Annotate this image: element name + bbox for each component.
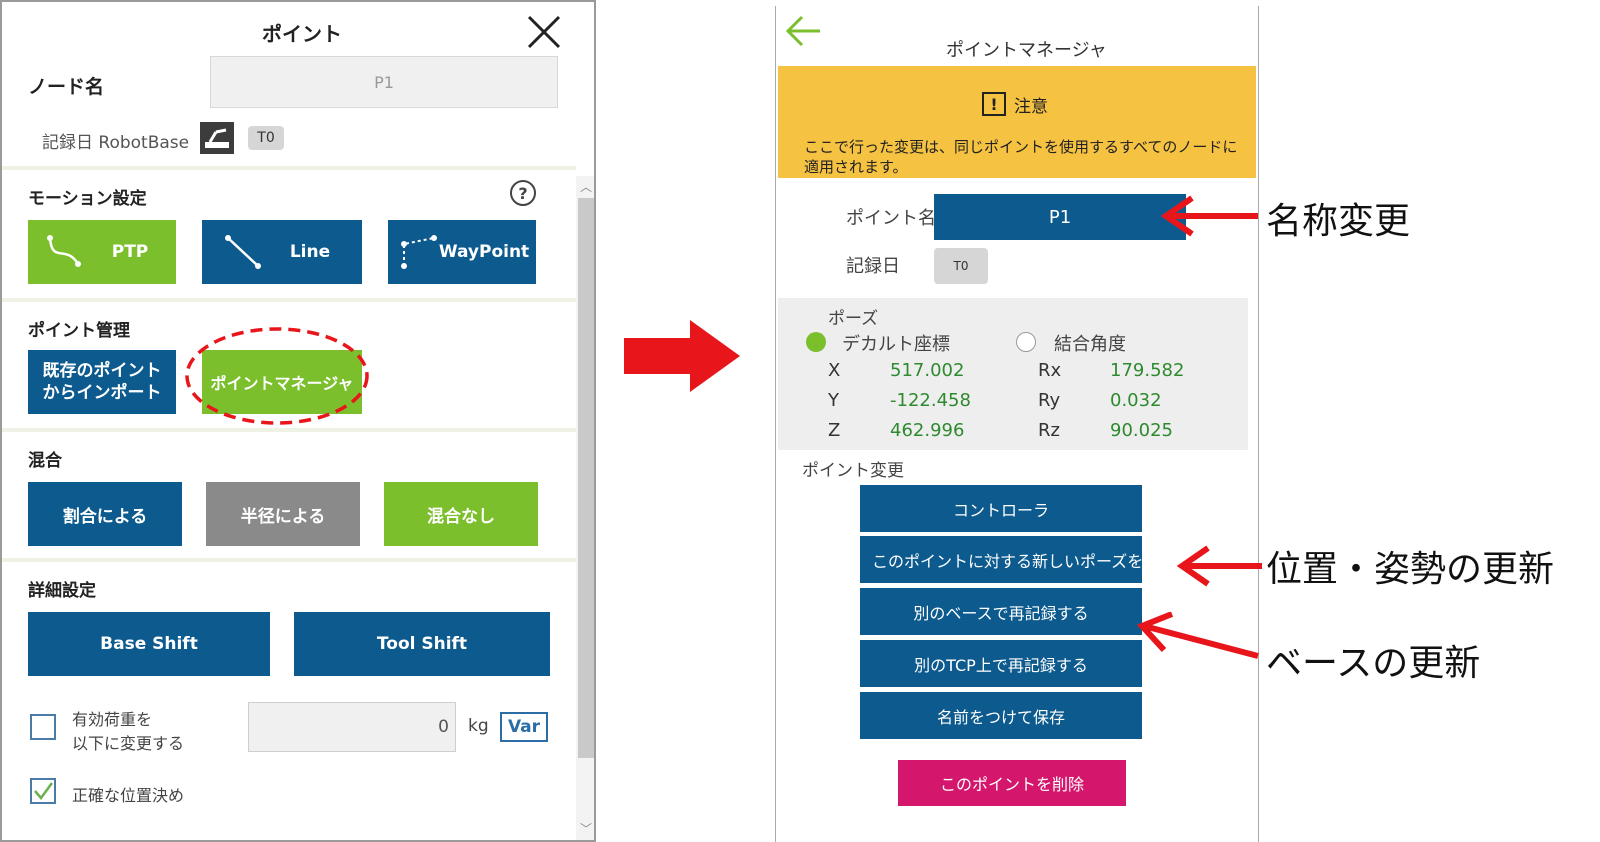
base-shift-button[interactable]: Base Shift — [28, 612, 270, 676]
record-label: 記録日 RobotBase — [42, 133, 190, 153]
var-button[interactable]: Var — [500, 712, 548, 742]
ptp-label: PTP — [111, 242, 149, 262]
delete-point-button[interactable]: このポイントを削除 — [898, 760, 1126, 806]
update-base-arrow-icon — [1136, 612, 1259, 659]
update-pose-arrow-icon — [1176, 545, 1262, 587]
pose-x-value: 517.002 — [890, 360, 965, 381]
motion-line-button[interactable]: Line — [202, 220, 362, 284]
warning-box: ! 注意 ここで行った変更は、同じポイントを使用するすべてのノードに 適用されま… — [778, 66, 1256, 178]
import-label-1: 既存のポイント — [42, 361, 162, 381]
blend-radius-button[interactable]: 半径による — [206, 482, 360, 546]
waypoint-icon — [401, 235, 437, 269]
motion-waypoint-button[interactable]: WayPoint — [388, 220, 536, 284]
controller-button[interactable]: コントローラ — [860, 485, 1142, 532]
change-title: ポイント変更 — [802, 461, 904, 481]
annotation-update-pose: 位置・姿勢の更新 — [1266, 549, 1555, 590]
dialog-title: ポイント — [262, 22, 342, 46]
robot-base-icon — [200, 122, 234, 154]
rerecord-base-button[interactable]: 別のベースで再記録する — [860, 588, 1142, 635]
warning-icon: ! — [982, 92, 1006, 116]
payload-value: 0 — [438, 717, 449, 737]
pose-rx-value: 179.582 — [1110, 360, 1185, 381]
close-icon[interactable] — [526, 14, 562, 50]
point-name-input[interactable]: P1 — [934, 194, 1186, 240]
import-point-button[interactable]: 既存のポイント からインポート — [28, 350, 176, 414]
pose-title: ポーズ — [828, 309, 879, 329]
back-arrow-icon[interactable] — [784, 14, 824, 48]
pose-rx-label: Rx — [1038, 360, 1062, 381]
warning-text-1: ここで行った変更は、同じポイントを使用するすべてのノードに — [804, 138, 1238, 156]
annotation-update-base: ベースの更新 — [1266, 643, 1481, 684]
pose-ry-value: 0.032 — [1110, 390, 1162, 411]
precise-checkbox[interactable] — [30, 778, 56, 804]
highlight-ellipse — [185, 327, 369, 425]
line-icon — [225, 235, 261, 269]
point-name-label: ポイント名 — [846, 208, 936, 229]
rerecord-tcp-button[interactable]: 別のTCP上で再記録する — [860, 640, 1142, 687]
scroll-down-icon[interactable]: ﹀ — [580, 820, 592, 837]
pose-z-value: 462.996 — [890, 420, 965, 441]
payload-label-1: 有効荷重を — [72, 710, 153, 729]
detail-title: 詳細設定 — [28, 581, 96, 601]
payload-unit: kg — [468, 716, 489, 736]
pose-rz-label: Rz — [1038, 420, 1060, 441]
record-label-right: 記録日 — [846, 256, 900, 277]
warning-text-2: 適用されます。 — [804, 158, 908, 176]
overwrite-pose-button[interactable]: このポイントに対する新しいポーズを上書き — [860, 536, 1142, 583]
scroll-up-icon[interactable]: ︿ — [580, 178, 592, 195]
record-tag-right[interactable]: T0 — [934, 248, 988, 284]
import-label-2: からインポート — [42, 383, 162, 403]
node-name-value: P1 — [374, 72, 394, 92]
checkmark-icon — [34, 782, 54, 801]
blend-title: 混合 — [28, 451, 62, 471]
payload-checkbox[interactable] — [30, 714, 56, 740]
node-name-input[interactable]: P1 — [210, 56, 558, 108]
line-label: Line — [289, 242, 331, 262]
save-as-button[interactable]: 名前をつけて保存 — [860, 692, 1142, 739]
point-dialog: ポイント ノード名 P1 記録日 RobotBase T0 ︿ ﹀ モーション設… — [0, 0, 596, 842]
joint-label: 結合角度 — [1054, 334, 1126, 355]
scrollbar-thumb[interactable] — [578, 198, 594, 758]
cartesian-radio[interactable] — [806, 332, 826, 352]
pose-ry-label: Ry — [1038, 390, 1061, 411]
help-icon[interactable]: ? — [510, 180, 536, 206]
pose-y-value: -122.458 — [890, 390, 971, 411]
warning-title: 注意 — [1014, 97, 1048, 117]
transition-arrow-icon — [624, 320, 740, 392]
pose-y-label: Y — [828, 390, 839, 411]
blend-ratio-button[interactable]: 割合による — [28, 482, 182, 546]
precise-label: 正確な位置決め — [72, 786, 185, 805]
payload-input[interactable]: 0 — [248, 702, 456, 752]
pose-x-label: X — [828, 360, 841, 381]
pose-box: ポーズ デカルト座標 結合角度 X 517.002 Rx 179.582 Y -… — [778, 298, 1248, 450]
record-tag: T0 — [248, 126, 284, 150]
point-manager-panel: ポイントマネージャ ! 注意 ここで行った変更は、同じポイントを使用するすべての… — [775, 6, 1259, 842]
point-mgmt-title: ポイント管理 — [28, 321, 130, 341]
motion-ptp-button[interactable]: PTP — [28, 220, 176, 284]
blend-none-button[interactable]: 混合なし — [384, 482, 538, 546]
point-name-value: P1 — [1048, 206, 1072, 228]
joint-radio[interactable] — [1016, 332, 1036, 352]
panel-title: ポイントマネージャ — [946, 40, 1107, 61]
cartesian-label: デカルト座標 — [842, 334, 950, 355]
pose-z-label: Z — [828, 420, 841, 441]
rename-arrow-icon — [1160, 195, 1258, 237]
tool-shift-button[interactable]: Tool Shift — [294, 612, 550, 676]
annotation-rename: 名称変更 — [1266, 201, 1411, 242]
pose-rz-value: 90.025 — [1110, 420, 1173, 441]
payload-label-2: 以下に変更する — [72, 734, 185, 753]
motion-section-title: モーション設定 — [28, 189, 147, 209]
ptp-curve-icon — [47, 235, 81, 267]
node-name-label: ノード名 — [28, 76, 105, 98]
waypoint-label: WayPoint — [438, 242, 530, 262]
